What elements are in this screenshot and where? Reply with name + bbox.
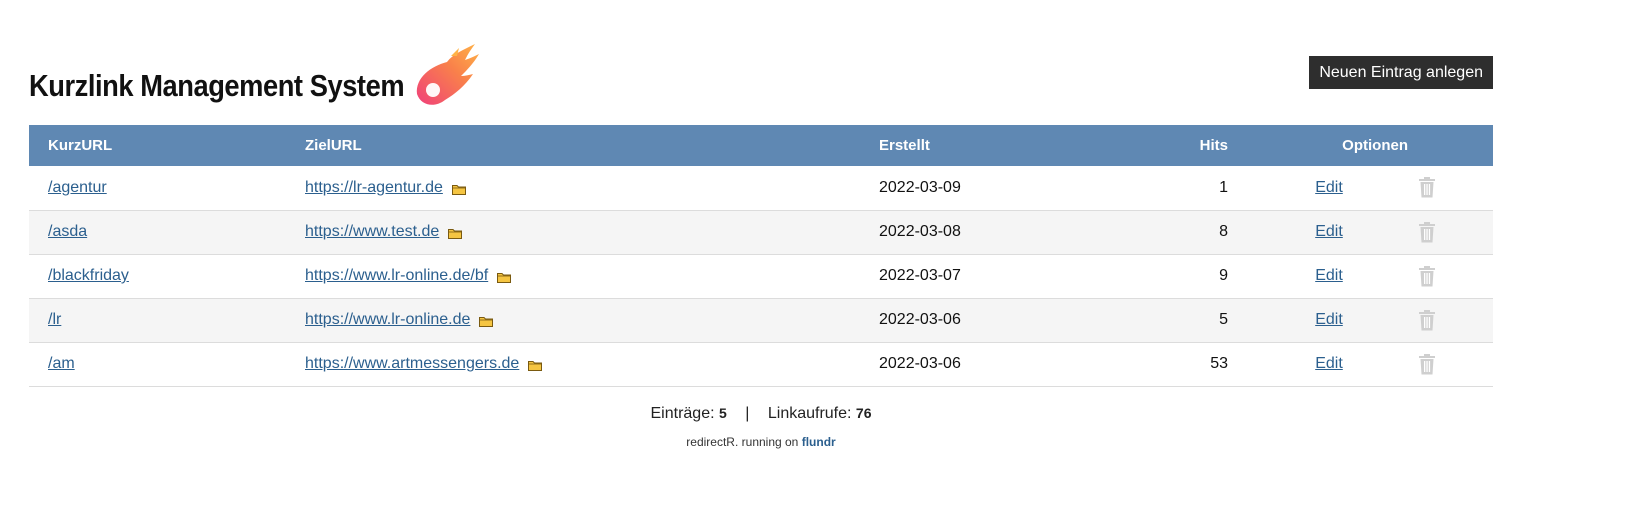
new-entry-button[interactable]: Neuen Eintrag anlegen xyxy=(1309,56,1493,89)
cell-created: 2022-03-06 xyxy=(879,311,961,328)
page-header: Kurzlink Management System Neuen Eintrag… xyxy=(29,42,1493,114)
comet-logo-icon xyxy=(416,44,479,105)
cell-created: 2022-03-06 xyxy=(879,355,961,372)
shorturl-link[interactable]: /lr xyxy=(48,311,61,328)
cell-shorturl: /am xyxy=(29,342,305,386)
page-title: Kurzlink Management System xyxy=(29,68,405,103)
targeturl-link[interactable]: https://www.lr-online.de/bf xyxy=(305,267,488,284)
table-header-row: KurzURL ZielURL Erstellt Hits Optionen xyxy=(29,125,1493,166)
cell-hits: 9 xyxy=(1219,267,1228,284)
stats-bar: Einträge: 5 | Linkaufrufe: 76 xyxy=(0,405,1522,423)
cell-options: Edit xyxy=(1228,342,1418,386)
edit-link[interactable]: Edit xyxy=(1315,311,1343,328)
folder-icon[interactable] xyxy=(451,182,466,196)
stats-separator: | xyxy=(745,405,750,422)
shorturl-link[interactable]: /asda xyxy=(48,223,87,240)
footer-text: redirectR. running on xyxy=(686,435,799,449)
trash-icon[interactable] xyxy=(1418,221,1436,243)
entries-label: Einträge: xyxy=(650,405,715,422)
cell-hits: 5 xyxy=(1219,311,1228,328)
cell-targeturl: https://www.test.de xyxy=(305,210,879,254)
column-header-empty xyxy=(1418,125,1493,166)
targeturl-link[interactable]: https://www.artmessengers.de xyxy=(305,355,519,372)
folder-icon[interactable] xyxy=(497,270,512,284)
table-row: /asda https://www.test.de 2022-03-08 8 Edit xyxy=(29,210,1493,254)
table-row: /am https://www.artmessengers.de 2022-03-0… xyxy=(29,342,1493,386)
edit-link[interactable]: Edit xyxy=(1315,355,1343,372)
edit-link[interactable]: Edit xyxy=(1315,223,1343,240)
cell-delete xyxy=(1418,298,1493,342)
cell-created: 2022-03-09 xyxy=(879,178,961,196)
footer: redirectR. running on flundr xyxy=(0,435,1522,449)
cell-delete xyxy=(1418,342,1493,386)
shorturl-link[interactable]: /blackfriday xyxy=(48,267,129,284)
shorturl-link[interactable]: /am xyxy=(48,355,75,372)
cell-hits: 53 xyxy=(1210,355,1228,372)
footer-brand-link[interactable]: flundr xyxy=(802,435,836,449)
edit-link[interactable]: Edit xyxy=(1315,267,1343,284)
cell-hits: 8 xyxy=(1219,223,1228,240)
cell-targeturl: https://www.lr-online.de xyxy=(305,298,879,342)
calls-count: 76 xyxy=(855,405,872,421)
cell-created: 2022-03-07 xyxy=(879,267,961,284)
targeturl-link[interactable]: https://lr-agentur.de xyxy=(305,179,443,196)
cell-hits: 1 xyxy=(1219,178,1228,196)
trash-icon[interactable] xyxy=(1418,353,1436,375)
column-header-zielurl[interactable]: ZielURL xyxy=(305,125,879,166)
trash-icon[interactable] xyxy=(1418,309,1436,331)
column-header-erstellt[interactable]: Erstellt xyxy=(879,125,1136,166)
column-header-hits[interactable]: Hits xyxy=(1136,125,1228,166)
cell-shorturl: /lr xyxy=(29,298,305,342)
folder-icon[interactable] xyxy=(448,226,463,240)
table-row: /agentur https://lr-agentur.de 2022-03-09 1… xyxy=(29,166,1493,210)
cell-shorturl: /agentur xyxy=(29,166,305,210)
entries-count: 5 xyxy=(719,405,727,421)
cell-options: Edit xyxy=(1228,254,1418,298)
cell-delete xyxy=(1418,254,1493,298)
column-header-kurzurl[interactable]: KurzURL xyxy=(29,125,305,166)
cell-options: Edit xyxy=(1228,166,1418,210)
calls-label: Linkaufrufe: xyxy=(767,405,852,422)
shortlink-table: KurzURL ZielURL Erstellt Hits Optionen /… xyxy=(29,125,1493,387)
cell-targeturl: https://lr-agentur.de xyxy=(305,166,879,210)
targeturl-link[interactable]: https://www.test.de xyxy=(305,223,439,240)
cell-shorturl: /asda xyxy=(29,210,305,254)
trash-icon[interactable] xyxy=(1418,265,1436,287)
cell-options: Edit xyxy=(1228,210,1418,254)
cell-targeturl: https://www.artmessengers.de xyxy=(305,342,879,386)
column-header-optionen: Optionen xyxy=(1342,137,1408,154)
trash-icon[interactable] xyxy=(1418,177,1436,198)
cell-options: Edit xyxy=(1228,298,1418,342)
cell-shorturl: /blackfriday xyxy=(29,254,305,298)
edit-link[interactable]: Edit xyxy=(1315,179,1343,196)
cell-targeturl: https://www.lr-online.de/bf xyxy=(305,254,879,298)
table-row: /blackfriday https://www.lr-online.de/bf 2… xyxy=(29,254,1493,298)
table-row: /lr https://www.lr-online.de 2022-03-06 5 Ed… xyxy=(29,298,1493,342)
shorturl-link[interactable]: /agentur xyxy=(48,179,107,196)
cell-delete xyxy=(1418,166,1493,210)
folder-icon[interactable] xyxy=(528,358,543,372)
cell-created: 2022-03-08 xyxy=(879,223,961,240)
targeturl-link[interactable]: https://www.lr-online.de xyxy=(305,311,470,328)
cell-delete xyxy=(1418,210,1493,254)
folder-icon[interactable] xyxy=(479,314,494,328)
